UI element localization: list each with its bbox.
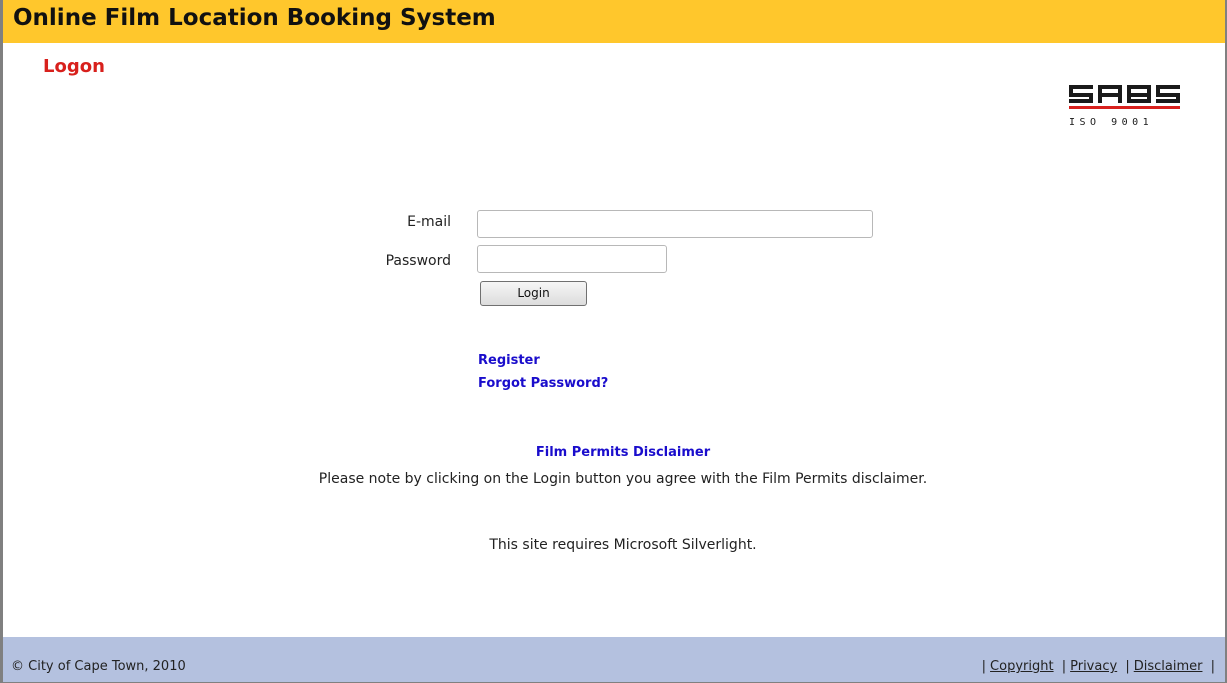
separator: | — [981, 659, 987, 674]
page: Online Film Location Booking System Logo… — [0, 0, 1227, 683]
separator: | — [1210, 659, 1215, 674]
app-title: Online Film Location Booking System — [13, 5, 496, 31]
silverlight-requirement: This site requires Microsoft Silverlight… — [489, 537, 757, 553]
register-link[interactable]: Register — [478, 353, 540, 368]
forgot-password-link[interactable]: Forgot Password? — [478, 376, 608, 391]
separator: | — [1125, 659, 1130, 674]
separator: | — [1061, 659, 1067, 674]
header-bar: Online Film Location Booking System — [3, 0, 1225, 43]
disclaimer-note: Please note by clicking on the Login but… — [318, 471, 928, 487]
email-label: E-mail — [407, 214, 451, 230]
email-field[interactable] — [477, 210, 873, 238]
password-field[interactable] — [477, 245, 667, 273]
svg-text:ISO 9001: ISO 9001 — [1069, 117, 1153, 128]
footer-links: | Copyright | Privacy | Disclaimer | — [978, 659, 1219, 674]
footer-link-privacy[interactable]: Privacy — [1070, 659, 1117, 674]
footer-bar: © City of Cape Town, 2010 | Copyright | Pr… — [3, 637, 1225, 682]
footer-link-disclaimer[interactable]: Disclaimer — [1134, 659, 1203, 674]
sabs-logo: ISO 9001 — [1065, 82, 1187, 130]
film-permits-disclaimer-link[interactable]: Film Permits Disclaimer — [3, 445, 1227, 460]
sabs-logo-graphic: ISO 9001 — [1069, 85, 1180, 128]
copyright-text: © City of Cape Town, 2010 — [11, 659, 186, 674]
page-title: Logon — [43, 56, 105, 77]
footer-link-copyright[interactable]: Copyright — [990, 659, 1054, 674]
password-label: Password — [385, 253, 451, 269]
login-button[interactable]: Login — [480, 281, 587, 306]
